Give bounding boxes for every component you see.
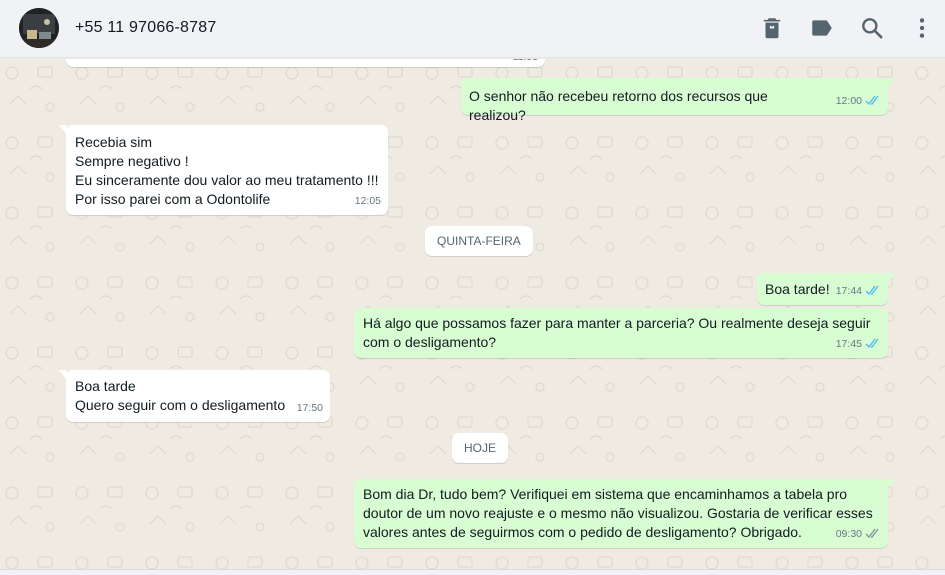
message-time: 12:05 xyxy=(354,195,381,207)
read-ticks-icon xyxy=(865,95,879,106)
bubble-tail xyxy=(887,78,895,88)
message-bubble-outgoing[interactable]: Bom dia Dr, tudo bem? Verifiquei em sist… xyxy=(354,479,895,548)
message-text: Boa tarde Quero seguir com o desligament… xyxy=(75,378,286,413)
bubble-tail xyxy=(59,125,67,135)
bubble-tail xyxy=(887,479,895,489)
message-text: Há algo que possamos fazer para manter a… xyxy=(363,315,871,350)
message-bubble-outgoing[interactable]: Há algo que possamos fazer para manter a… xyxy=(354,308,888,358)
message-text: Boa tarde! xyxy=(765,281,830,297)
delete-icon[interactable] xyxy=(759,15,785,41)
read-ticks-icon xyxy=(865,285,879,296)
contact-name[interactable]: +55 11 97066-8787 xyxy=(75,19,216,37)
bubble-tail xyxy=(887,273,895,283)
message-time: 09:30 xyxy=(835,528,862,540)
composer-bar xyxy=(0,569,945,575)
contact-avatar[interactable] xyxy=(19,8,59,48)
message-text: Recebia sim Sempre negativo ! Eu sincera… xyxy=(75,134,379,207)
label-icon[interactable] xyxy=(809,15,835,41)
read-ticks-icon xyxy=(865,338,879,349)
delivered-ticks-icon xyxy=(865,528,879,539)
bubble-tail xyxy=(59,370,67,380)
date-separator: HOJE xyxy=(452,433,509,463)
message-text: O senhor não recebeu retorno dos recurso… xyxy=(469,88,768,123)
message-time: 11:53 xyxy=(513,59,539,67)
message-bubble-partial[interactable]: 11:53 xyxy=(66,59,545,67)
date-separator: QUINTA-FEIRA xyxy=(425,226,533,256)
chat-header: +55 11 97066-8787 xyxy=(0,0,945,58)
message-time: 12:00 xyxy=(835,95,862,107)
message-bubble-incoming[interactable]: Recebia sim Sempre negativo ! Eu sincera… xyxy=(59,125,388,215)
chat-area[interactable]: 11:53 O senhor não recebeu retorno dos r… xyxy=(0,59,945,575)
menu-icon[interactable] xyxy=(909,15,935,41)
message-text: Bom dia Dr, tudo bem? Verifiquei em sist… xyxy=(363,486,873,540)
search-icon[interactable] xyxy=(859,15,885,41)
message-time: 17:45 xyxy=(835,338,862,350)
message-bubble-incoming[interactable]: Boa tarde Quero seguir com o desligament… xyxy=(59,370,330,422)
message-bubble-outgoing[interactable]: Boa tarde! 17:44 xyxy=(757,273,895,305)
message-time: 17:50 xyxy=(296,402,323,414)
message-time: 17:44 xyxy=(835,285,862,297)
message-bubble-outgoing[interactable]: O senhor não recebeu retorno dos recurso… xyxy=(461,78,895,123)
